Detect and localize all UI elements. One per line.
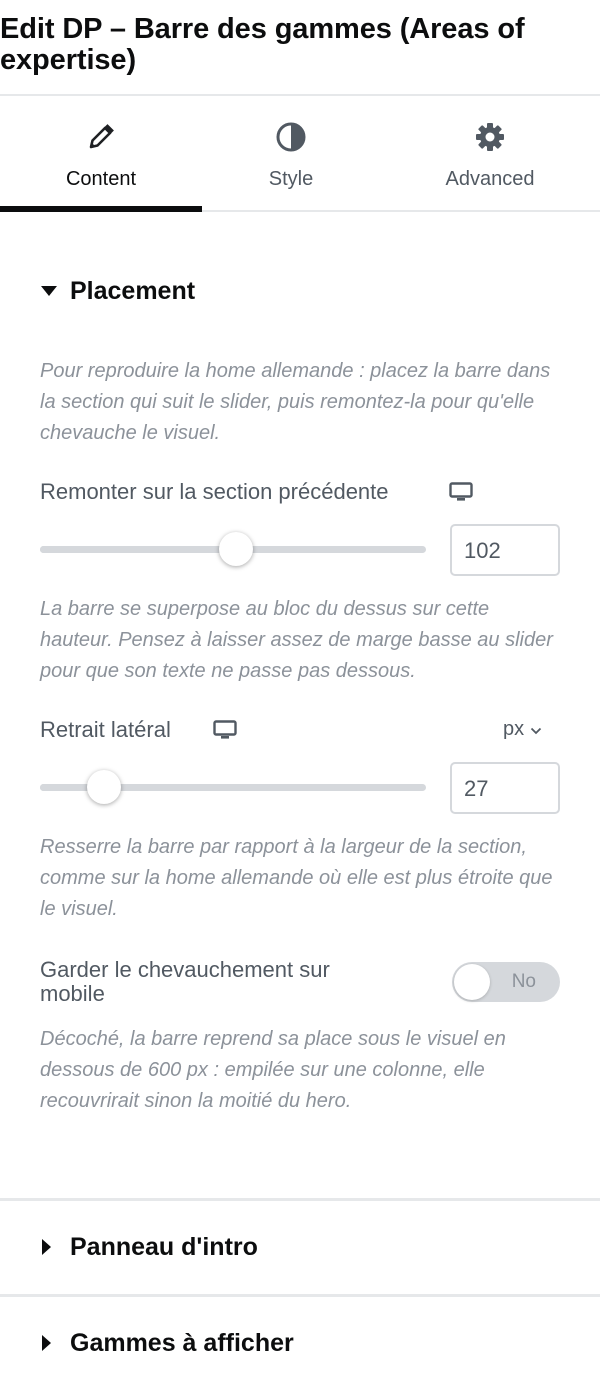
caret-down-icon	[40, 285, 62, 297]
gammes-header[interactable]: Gammes à afficher	[0, 1316, 294, 1370]
unit-label: px	[503, 718, 525, 740]
mobile-overlap-label: Garder le chevauchement sur mobile	[40, 957, 330, 1006]
tab-bar: Content Style Advanced	[0, 96, 600, 212]
chevron-down-icon	[530, 718, 542, 741]
remonter-label: Remonter sur la section précédente	[40, 479, 389, 504]
tab-content[interactable]: Content	[0, 96, 202, 212]
section-divider	[0, 1198, 600, 1201]
mobile-overlap-help: Décoché, la barre reprend sa place sous …	[40, 1028, 506, 1112]
toggle-knob	[454, 964, 490, 1000]
gear-icon	[474, 122, 506, 152]
tab-advanced-label: Advanced	[445, 168, 535, 190]
panel-header: Edit DP – Barre des gammes (Areas of exp…	[0, 0, 600, 96]
half-circle-icon	[275, 122, 307, 152]
remonter-number-input[interactable]: 102	[450, 524, 560, 576]
desktop-icon[interactable]	[449, 482, 473, 507]
placement-title: Placement	[70, 276, 196, 305]
tab-style[interactable]: Style	[202, 96, 380, 210]
tab-style-label: Style	[268, 168, 314, 190]
caret-right-icon	[40, 1238, 62, 1256]
caret-right-icon	[40, 1334, 62, 1352]
tab-content-label: Content	[65, 168, 137, 190]
retrait-help: Resserre la barre par rapport à la large…	[40, 836, 553, 920]
pencil-icon	[86, 122, 116, 152]
page-title: Edit DP – Barre des gammes (Areas of exp…	[0, 13, 525, 76]
tab-advanced[interactable]: Advanced	[380, 96, 600, 210]
unit-selector[interactable]: px	[503, 718, 542, 741]
section-divider	[0, 1294, 600, 1297]
panneau-intro-header[interactable]: Panneau d'intro	[0, 1220, 258, 1274]
placement-section: Placement Pour reproduire la home allema…	[0, 212, 600, 1198]
retrait-label: Retrait latéral	[40, 717, 171, 742]
remonter-slider-handle[interactable]	[219, 532, 253, 566]
remonter-help: La barre se superpose au bloc du dessus …	[40, 598, 553, 682]
gammes-title: Gammes à afficher	[70, 1328, 294, 1357]
retrait-slider-handle[interactable]	[87, 770, 121, 804]
toggle-label: No	[511, 971, 536, 992]
desktop-icon[interactable]	[213, 720, 237, 745]
panneau-intro-title: Panneau d'intro	[70, 1232, 258, 1261]
mobile-overlap-toggle[interactable]: No	[452, 962, 560, 1002]
placement-header[interactable]: Placement	[0, 264, 195, 318]
retrait-number-input[interactable]: 27	[450, 762, 560, 814]
placement-intro: Pour reproduire la home allemande : plac…	[40, 360, 551, 444]
remonter-slider-fill	[40, 546, 236, 553]
